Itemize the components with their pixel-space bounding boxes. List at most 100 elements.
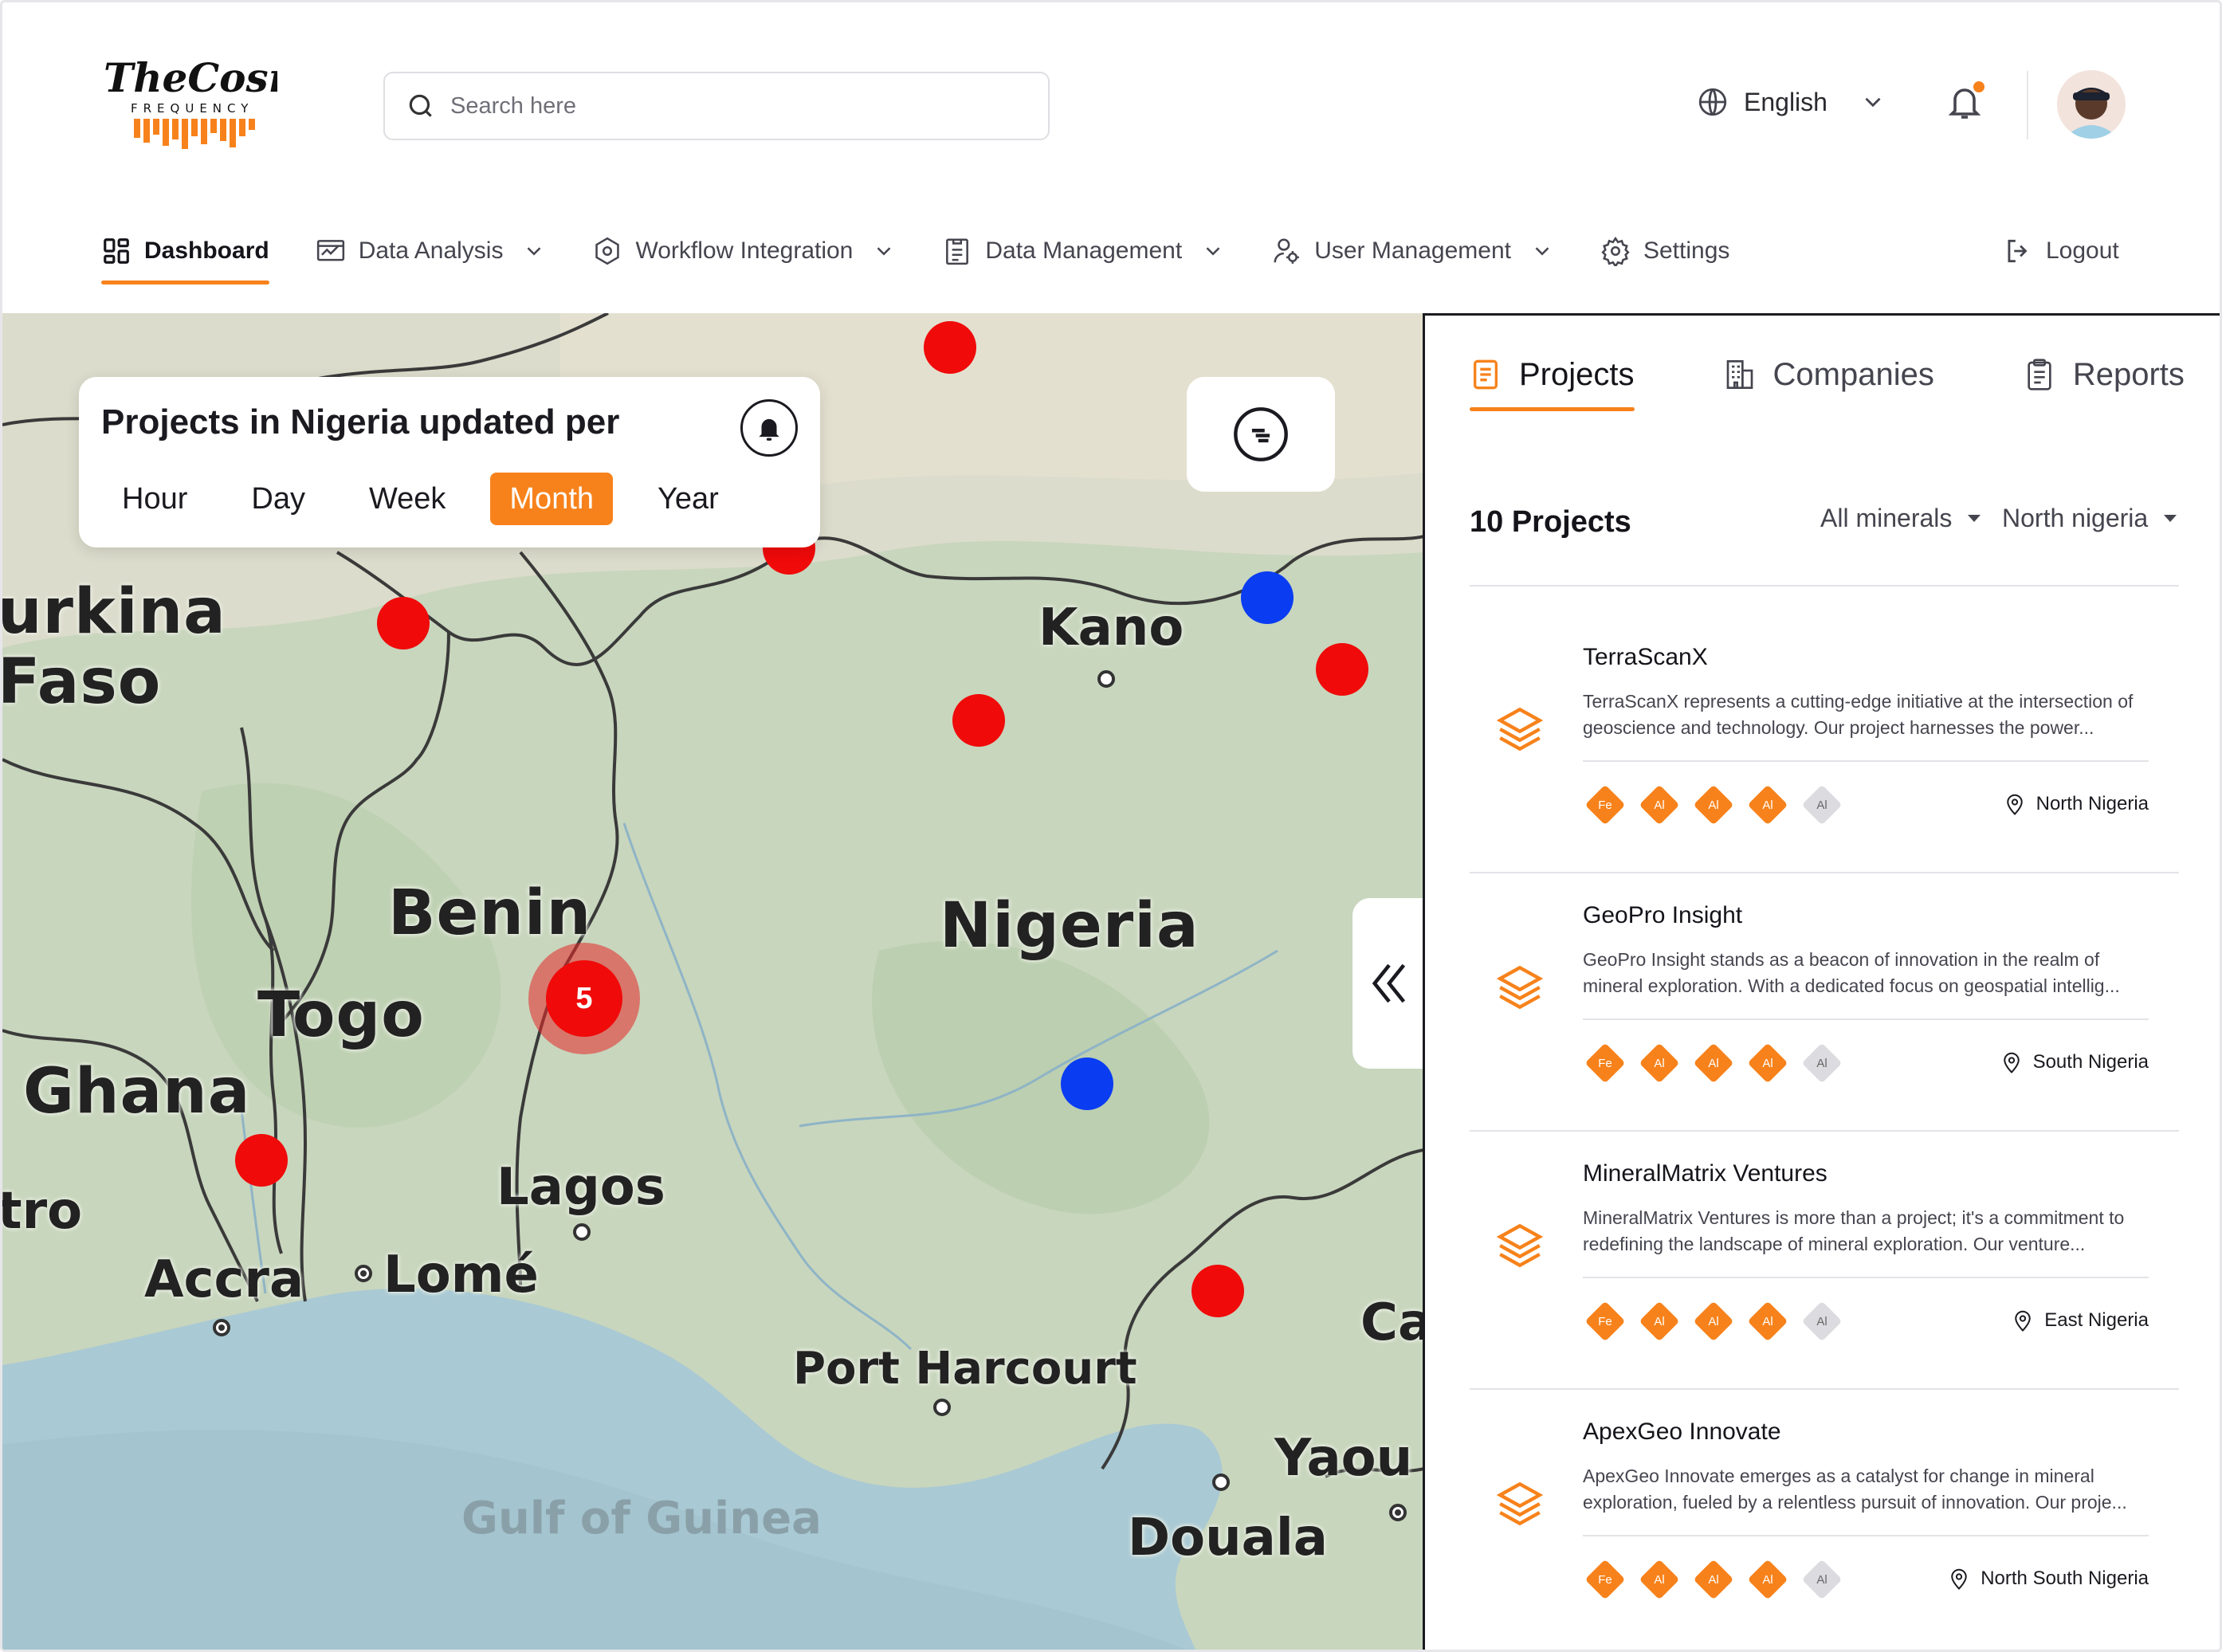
nav-data-analysis[interactable]: Data Analysis (316, 227, 547, 275)
search-input[interactable] (450, 92, 1008, 120)
mineral-chips: Fe Al Al Al Al (1584, 1301, 1843, 1342)
mineral-chip: Al (1747, 1042, 1788, 1084)
minerals-filter-dropdown[interactable]: All minerals (1820, 504, 1981, 533)
project-location: North South Nigeria (1947, 1567, 2149, 1591)
chevron-down-icon (528, 247, 541, 256)
label-tro: tro (2, 1182, 83, 1241)
nav-label: User Management (1314, 237, 1511, 264)
location-label: North Nigeria (2036, 793, 2149, 814)
language-label: English (1744, 87, 1827, 116)
user-avatar[interactable] (2057, 70, 2126, 139)
location-label: North South Nigeria (1981, 1568, 2149, 1589)
label-lome: Lomé (383, 1246, 539, 1305)
nav-settings[interactable]: Settings (1600, 227, 1729, 275)
mineral-chip: Al (1639, 1301, 1680, 1342)
notification-dot (1971, 79, 1987, 95)
project-location: South Nigeria (2000, 1050, 2149, 1074)
chevron-down-icon (877, 247, 891, 256)
logout-icon (2008, 239, 2028, 263)
caret-down-icon (2164, 515, 2177, 522)
clipboard-icon (2028, 359, 2051, 390)
brand-logo[interactable]: TheCosmic FREQUENCY (102, 53, 350, 157)
tab-companies[interactable]: Companies (1724, 351, 1934, 398)
nav-label: Data Analysis (358, 237, 504, 264)
mineral-chip: Al (1639, 784, 1680, 826)
collapse-panel-button[interactable] (1352, 898, 1424, 1069)
chevron-down-icon (1206, 247, 1220, 256)
tab-reports[interactable]: Reports (2024, 351, 2185, 398)
period-hour[interactable]: Hour (103, 473, 206, 525)
map-view[interactable]: urkina Faso Benin Togo Ghana Nigeria Kan… (2, 313, 1424, 1650)
project-pin[interactable] (924, 321, 976, 374)
location-pin-icon (1951, 1568, 1967, 1590)
project-pin[interactable] (952, 694, 1005, 747)
company-pin[interactable] (1241, 571, 1294, 624)
nav-workflow-integration[interactable]: Workflow Integration (592, 227, 896, 275)
tab-projects[interactable]: Projects (1470, 351, 1635, 411)
mineral-chip: Al (1693, 1559, 1734, 1600)
nav-data-management[interactable]: Data Management (942, 227, 1225, 275)
divider (1583, 1018, 2149, 1020)
workflow-icon (595, 237, 620, 265)
period-month[interactable]: Month (490, 473, 614, 525)
location-pin-icon (2006, 794, 2023, 815)
period-day[interactable]: Day (232, 473, 324, 525)
notifications-button[interactable] (1945, 79, 1987, 124)
location-label: East Nigeria (2044, 1309, 2149, 1331)
language-selector[interactable]: English (1696, 85, 1886, 119)
caret-down-icon (1968, 515, 1981, 522)
bell-icon (759, 418, 779, 441)
cluster-count: 5 (546, 960, 622, 1037)
project-pin[interactable] (1191, 1265, 1244, 1317)
city-marker-kano (1097, 670, 1115, 688)
mineral-chips: Fe Al Al Al Al (1584, 784, 1843, 826)
project-card[interactable]: ApexGeo Innovate ApexGeo Innovate emerge… (1470, 1361, 2179, 1619)
label-lagos: Lagos (497, 1158, 665, 1217)
project-name: ApexGeo Innovate (1583, 1419, 1781, 1445)
mineral-chip: Al (1747, 784, 1788, 826)
header-divider (2027, 71, 2028, 139)
label-burkina: urkina (2, 576, 226, 648)
chevron-down-icon (1865, 97, 1881, 108)
project-card[interactable]: MineralMatrix Ventures MineralMatrix Ven… (1470, 1103, 2179, 1361)
label-benin: Benin (388, 877, 592, 949)
dashboard-icon (104, 238, 129, 264)
mineral-chip: Al (1801, 1559, 1843, 1600)
city-marker-yaounde (1389, 1504, 1407, 1521)
divider (1583, 760, 2149, 762)
logout-label: Logout (2046, 237, 2119, 264)
label-douala: Douala (1128, 1509, 1328, 1568)
project-description: ApexGeo Innovate emerges as a catalyst f… (1583, 1466, 2127, 1513)
region-filter-dropdown[interactable]: North nigeria (2002, 504, 2177, 533)
search-icon (409, 94, 432, 117)
period-year[interactable]: Year (638, 473, 738, 525)
project-pin[interactable] (377, 597, 430, 649)
subscribe-alert-button[interactable] (740, 399, 798, 457)
city-marker-accra (213, 1319, 230, 1336)
dropdown-value: North nigeria (2002, 504, 2149, 532)
label-kano: Kano (1038, 598, 1184, 657)
search-bar[interactable] (383, 72, 1050, 140)
nav-user-management[interactable]: User Management (1271, 227, 1554, 275)
layers-icon (1496, 1223, 1544, 1268)
tab-label: Companies (1772, 356, 1934, 392)
project-card[interactable]: TerraScanX TerraScanX represents a cutti… (1470, 587, 2179, 845)
logout-button[interactable]: Logout (2003, 227, 2119, 275)
mineral-chip: Fe (1584, 1042, 1626, 1084)
mineral-chip: Al (1639, 1559, 1680, 1600)
project-card[interactable]: GeoPro Insight GeoPro Insight stands as … (1470, 845, 2179, 1103)
gear-icon (1601, 236, 1630, 266)
project-cluster[interactable]: 5 (528, 943, 640, 1054)
mineral-chip: Al (1747, 1559, 1788, 1600)
nav-label: Data Management (985, 237, 1183, 264)
location-pin-icon (2015, 1310, 2032, 1332)
map-filter-button[interactable] (1187, 377, 1335, 492)
label-togo: Togo (257, 979, 425, 1051)
nav-label: Dashboard (144, 237, 269, 264)
period-week[interactable]: Week (350, 473, 465, 525)
nav-dashboard[interactable]: Dashboard (101, 227, 269, 284)
city-marker-lagos (573, 1223, 591, 1241)
project-pin[interactable] (235, 1134, 288, 1187)
company-pin[interactable] (1061, 1058, 1113, 1110)
project-pin[interactable] (1316, 643, 1368, 696)
